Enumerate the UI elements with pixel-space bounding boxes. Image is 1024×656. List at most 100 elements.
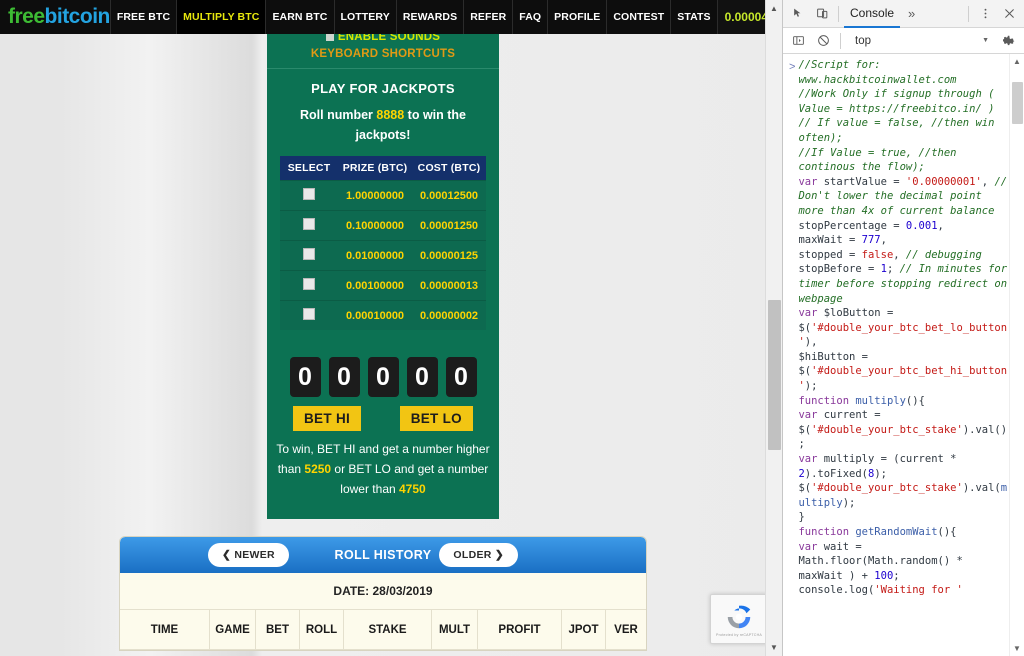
- jackpot-prize-value: 0.00100000: [338, 270, 412, 301]
- jackpot-select-cell[interactable]: [280, 270, 338, 301]
- code-token-kw: var: [798, 540, 818, 553]
- site-logo[interactable]: free bitcoin: [0, 0, 110, 34]
- kebab-menu-icon[interactable]: [974, 3, 996, 25]
- hi-threshold: 5250: [304, 462, 332, 476]
- nav-item-profile[interactable]: PROFILE: [547, 0, 606, 34]
- console-sidebar-icon[interactable]: [787, 30, 809, 52]
- jackpot-checkbox[interactable]: [303, 218, 315, 230]
- nav-item-multiply-btc[interactable]: MULTIPLY BTC: [176, 0, 266, 34]
- page-scrollbar-thumb[interactable]: [768, 300, 781, 450]
- jackpot-prize-value: 0.00010000: [338, 300, 412, 330]
- history-col-time: TIME: [120, 610, 210, 650]
- code-token-pl: ,: [981, 175, 995, 188]
- jackpot-checkbox[interactable]: [303, 278, 315, 290]
- scroll-up-arrow[interactable]: ▲: [766, 0, 782, 17]
- roll-digit: 0: [406, 357, 438, 397]
- jackpot-subtitle: Roll number 8888 to win the jackpots!: [283, 105, 483, 145]
- nav-item-faq[interactable]: FAQ: [512, 0, 547, 34]
- console-scrollbar-thumb[interactable]: [1012, 82, 1023, 124]
- console-context-selector[interactable]: top ▼: [847, 35, 995, 47]
- jackpot-col-cost: COST (BTC): [412, 156, 486, 181]
- keyboard-shortcuts-label: KEYBOARD SHORTCUTS: [310, 48, 456, 60]
- code-token-pl: );: [804, 380, 818, 393]
- console-output[interactable]: > //Script for: www.hackbitcoinwallet.co…: [783, 54, 1024, 656]
- nav-item-free-btc[interactable]: FREE BTC: [109, 0, 176, 34]
- code-token-cm: // debugging: [905, 248, 982, 261]
- jackpot-sub-pre: Roll number: [299, 108, 377, 122]
- win-conditions-text: To win, BET HI and get a number higher t…: [273, 439, 493, 499]
- gear-icon[interactable]: [998, 30, 1020, 52]
- chevron-double-right-icon[interactable]: »: [902, 6, 921, 21]
- bet-hi-button[interactable]: BET HI: [293, 406, 362, 431]
- recaptcha-badge[interactable]: Protected by reCAPTCHA: [710, 594, 768, 644]
- jackpot-select-cell[interactable]: [280, 210, 338, 241]
- older-button[interactable]: OLDER ❯: [439, 543, 518, 567]
- code-token-pl: ;: [886, 263, 900, 276]
- site-navbar: free bitcoin FREE BTC MULTIPLY BTC EARN B…: [0, 0, 782, 34]
- jackpot-col-prize: PRIZE (BTC): [338, 156, 412, 181]
- lo-threshold: 4750: [399, 482, 426, 496]
- jackpot-prize-value: 0.01000000: [338, 240, 412, 271]
- table-row: 0.01000000 0.00000125: [280, 240, 486, 271]
- newer-button[interactable]: ❮ NEWER: [208, 543, 289, 567]
- newer-label: NEWER: [234, 549, 275, 561]
- close-icon[interactable]: [998, 3, 1020, 25]
- code-token-pl: stopPercentage =: [798, 219, 906, 232]
- toolbar-divider: [968, 5, 969, 22]
- history-col-jpot: JPOT: [562, 610, 606, 650]
- code-token-pl: ).val(: [962, 482, 1001, 495]
- history-col-ver: VER: [606, 610, 646, 650]
- roll-digit: 0: [328, 357, 360, 397]
- table-row: 0.00100000 0.00000013: [280, 270, 486, 301]
- console-code-block: //Script for: www.hackbitcoinwallet.com …: [798, 58, 1008, 598]
- jackpot-cost-value: 0.00012500: [412, 180, 486, 211]
- jackpot-prize-value: 0.10000000: [338, 210, 412, 241]
- roll-history-date: DATE: 28/03/2019: [120, 573, 646, 610]
- roll-history-title: ROLL HISTORY: [334, 548, 432, 562]
- code-token-pl: stopBefore =: [798, 263, 881, 276]
- page-scrollbar[interactable]: ▲ ▼: [765, 0, 782, 656]
- console-prompt-arrow: >: [789, 61, 796, 73]
- console-log-entry: > //Script for: www.hackbitcoinwallet.co…: [783, 58, 1024, 598]
- code-token-cm: //Script for: www.hackbitcoinwallet.com …: [798, 59, 995, 174]
- code-token-str: '#double_your_btc_bet_hi_button': [798, 365, 1008, 393]
- chevron-down-icon: ▼: [982, 37, 989, 44]
- jackpot-checkbox[interactable]: [303, 188, 315, 200]
- code-token-fn: multiply: [849, 394, 906, 407]
- jackpot-cost-value: 0.00001250: [412, 210, 486, 241]
- jackpot-checkbox[interactable]: [303, 248, 315, 260]
- device-toolbar-icon[interactable]: [811, 3, 833, 25]
- history-col-stake: STAKE: [344, 610, 432, 650]
- devtools-panel: Console » top ▼ > //Script for: www.hack…: [782, 0, 1024, 656]
- bet-buttons-row: BET HI BET LO: [267, 397, 499, 431]
- console-scrollbar[interactable]: ▲ ▼: [1009, 54, 1024, 656]
- nav-item-refer[interactable]: REFER: [463, 0, 512, 34]
- code-token-str: '#double_your_btc_stake': [811, 482, 963, 495]
- nav-item-contest[interactable]: CONTEST: [606, 0, 670, 34]
- nav-item-earn-btc[interactable]: EARN BTC: [265, 0, 333, 34]
- console-scroll-down-arrow[interactable]: ▼: [1010, 641, 1024, 656]
- table-row: 1.00000000 0.00012500: [280, 180, 486, 211]
- scroll-down-arrow[interactable]: ▼: [766, 639, 782, 656]
- jackpot-table-header-row: SELECT PRIZE (BTC) COST (BTC): [280, 156, 486, 181]
- console-scroll-up-arrow[interactable]: ▲: [1010, 54, 1024, 69]
- bet-lo-button[interactable]: BET LO: [399, 406, 473, 431]
- jackpot-checkbox[interactable]: [303, 308, 315, 320]
- keyboard-shortcuts-row[interactable]: KEYBOARD SHORTCUTS: [267, 44, 499, 69]
- jackpot-select-cell[interactable]: [280, 300, 338, 330]
- nav-item-lottery[interactable]: LOTTERY: [333, 0, 396, 34]
- multiply-btc-panel: ENABLE SOUNDS KEYBOARD SHORTCUTS PLAY FO…: [267, 26, 499, 519]
- jackpot-cost-value: 0.00000125: [412, 240, 486, 271]
- inspect-element-icon[interactable]: [787, 3, 809, 25]
- roll-history-columns: TIME GAME BET ROLL STAKE MULT PROFIT JPO…: [120, 610, 646, 650]
- jackpot-select-cell[interactable]: [280, 180, 338, 211]
- roll-result-display: 0 0 0 0 0: [267, 357, 499, 397]
- jackpot-select-cell[interactable]: [280, 240, 338, 271]
- roll-digit: 0: [289, 357, 321, 397]
- toolbar-divider: [838, 5, 839, 22]
- clear-console-icon[interactable]: [812, 30, 834, 52]
- nav-items: FREE BTC MULTIPLY BTC EARN BTC LOTTERY R…: [109, 0, 717, 34]
- nav-item-stats[interactable]: STATS: [670, 0, 716, 34]
- tab-console[interactable]: Console: [844, 1, 901, 28]
- nav-item-rewards[interactable]: REWARDS: [395, 0, 463, 34]
